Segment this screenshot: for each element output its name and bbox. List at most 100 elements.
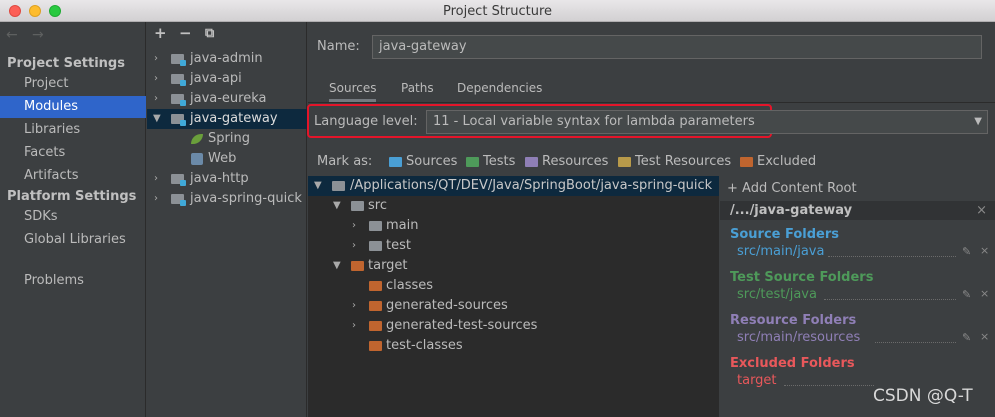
add-icon[interactable]: +	[154, 24, 167, 42]
tab-sources[interactable]: Sources	[329, 80, 377, 102]
tree-label: generated-sources	[386, 298, 508, 313]
expand-arrow-icon[interactable]: ›	[154, 49, 158, 69]
expand-arrow-icon[interactable]: ›	[352, 316, 356, 336]
module-name-input[interactable]: java-gateway	[372, 35, 982, 59]
close-icon[interactable]: ×	[976, 201, 987, 220]
folder-icon	[332, 181, 345, 191]
settings-sidebar: ← → Project Settings Project Modules Lib…	[0, 22, 146, 417]
sidebar-item-libraries[interactable]: Libraries	[0, 119, 146, 141]
source-folder-path[interactable]: src/main/java	[737, 244, 824, 259]
tree-row[interactable]: › generated-test-sources	[308, 316, 719, 336]
title-bar: Project Structure	[0, 0, 995, 22]
tree-row[interactable]: › test	[308, 236, 719, 256]
module-label: java-gateway	[190, 111, 278, 126]
expand-arrow-icon[interactable]: ›	[154, 69, 158, 89]
chevron-down-icon[interactable]: ▼	[974, 111, 982, 133]
sidebar-item-problems[interactable]: Problems	[0, 270, 146, 292]
mark-excluded-button[interactable]: Excluded	[740, 154, 816, 169]
sidebar-item-project[interactable]: Project	[0, 73, 146, 95]
tree-row[interactable]: test-classes	[308, 336, 719, 356]
module-folder-icon	[171, 194, 186, 206]
language-level-label: Language level:	[314, 114, 418, 129]
tab-separator	[308, 102, 995, 103]
facet-web[interactable]: Web	[147, 149, 307, 169]
edit-icon[interactable]: ✎	[962, 288, 971, 301]
facet-spring[interactable]: Spring	[147, 129, 307, 149]
mark-test-resources-label: Test Resources	[635, 154, 732, 169]
collapse-arrow-icon[interactable]: ▼	[153, 109, 161, 129]
expand-arrow-icon[interactable]: ›	[352, 236, 356, 256]
tree-label: main	[386, 218, 419, 233]
module-java-spring-quick[interactable]: › java-spring-quick	[147, 189, 307, 209]
resource-folder-path[interactable]: src/main/resources	[737, 330, 860, 345]
collapse-arrow-icon[interactable]: ▼	[333, 256, 341, 276]
mark-sources-button[interactable]: Sources	[389, 154, 457, 169]
forward-arrow-icon[interactable]: →	[32, 27, 44, 43]
facet-label: Spring	[208, 131, 250, 146]
module-folder-icon	[171, 54, 186, 66]
excluded-folders-heading: Excluded Folders	[730, 356, 855, 371]
module-java-gateway[interactable]: ▼ java-gateway	[147, 109, 307, 129]
sidebar-item-artifacts[interactable]: Artifacts	[0, 165, 146, 187]
tree-row[interactable]: ▼ target	[308, 256, 719, 276]
expand-arrow-icon[interactable]: ›	[154, 169, 158, 189]
project-settings-heading: Project Settings	[7, 56, 125, 71]
tab-paths[interactable]: Paths	[401, 80, 434, 102]
tree-row[interactable]: › main	[308, 216, 719, 236]
mark-resources-button[interactable]: Resources	[525, 154, 608, 169]
mark-test-resources-button[interactable]: Test Resources	[618, 154, 731, 169]
module-java-eureka[interactable]: › java-eureka	[147, 89, 307, 109]
tree-label: src	[368, 198, 387, 213]
back-arrow-icon[interactable]: ←	[6, 27, 18, 43]
sidebar-item-global-libraries[interactable]: Global Libraries	[0, 229, 146, 251]
sidebar-item-modules[interactable]: Modules	[0, 96, 146, 118]
mark-as-label: Mark as:	[317, 154, 373, 169]
mark-tests-button[interactable]: Tests	[466, 154, 515, 169]
sidebar-item-sdks[interactable]: SDKs	[0, 206, 146, 228]
collapse-arrow-icon[interactable]: ▼	[314, 176, 322, 196]
test-source-folder-path[interactable]: src/test/java	[737, 287, 817, 302]
tree-label: test-classes	[386, 338, 463, 353]
mark-sources-label: Sources	[406, 154, 458, 169]
dotted-leader	[828, 256, 956, 257]
content-root-row[interactable]: ▼ /Applications/QT/DEV/Java/SpringBoot/j…	[308, 176, 719, 196]
excluded-folder-icon	[369, 301, 382, 311]
expand-arrow-icon[interactable]: ›	[352, 296, 356, 316]
expand-arrow-icon[interactable]: ›	[352, 216, 356, 236]
tree-label: generated-test-sources	[386, 318, 538, 333]
dotted-leader	[784, 385, 874, 386]
add-content-root-button[interactable]: + Add Content Root	[727, 181, 857, 196]
module-label: java-api	[190, 71, 242, 86]
close-icon[interactable]: ×	[980, 287, 989, 300]
language-level-select[interactable]: 11 - Local variable syntax for lambda pa…	[426, 110, 988, 134]
mark-excluded-label: Excluded	[757, 154, 817, 169]
excluded-folder-icon	[740, 157, 753, 167]
language-level-value: 11 - Local variable syntax for lambda pa…	[433, 114, 755, 129]
tree-row[interactable]: ▼ src	[308, 196, 719, 216]
close-icon[interactable]: ×	[980, 244, 989, 257]
remove-icon[interactable]: −	[179, 24, 192, 42]
tab-dependencies[interactable]: Dependencies	[457, 80, 542, 102]
facet-label: Web	[208, 151, 237, 166]
expand-arrow-icon[interactable]: ›	[154, 189, 158, 209]
test-resources-folder-icon	[618, 157, 631, 167]
platform-settings-heading: Platform Settings	[7, 189, 137, 204]
edit-icon[interactable]: ✎	[962, 331, 971, 344]
folder-icon	[369, 221, 382, 231]
excluded-folder-path[interactable]: target	[737, 373, 777, 388]
sidebar-item-facets[interactable]: Facets	[0, 142, 146, 164]
mark-resources-label: Resources	[542, 154, 609, 169]
expand-arrow-icon[interactable]: ›	[154, 89, 158, 109]
module-java-http[interactable]: › java-http	[147, 169, 307, 189]
module-label: java-eureka	[190, 91, 267, 106]
edit-icon[interactable]: ✎	[962, 245, 971, 258]
module-java-admin[interactable]: › java-admin	[147, 49, 307, 69]
module-label: java-http	[190, 171, 249, 186]
copy-icon[interactable]: ⧉	[205, 26, 214, 41]
module-folder-icon	[171, 94, 186, 106]
collapse-arrow-icon[interactable]: ▼	[333, 196, 341, 216]
close-icon[interactable]: ×	[980, 330, 989, 343]
tree-row[interactable]: › generated-sources	[308, 296, 719, 316]
module-java-api[interactable]: › java-api	[147, 69, 307, 89]
tree-row[interactable]: classes	[308, 276, 719, 296]
